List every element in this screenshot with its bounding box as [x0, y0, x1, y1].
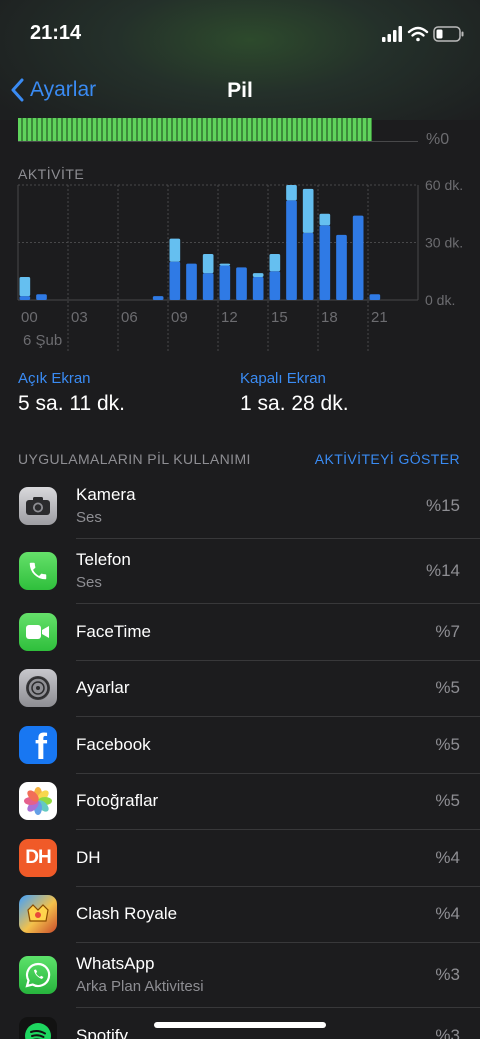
x-tick-label: 21	[371, 309, 388, 326]
app-name: Telefon	[76, 550, 131, 569]
app-row[interactable]: WhatsApp Arka Plan Aktivitesi %3	[19, 943, 480, 1008]
app-row[interactable]: DH DH %4	[19, 830, 480, 887]
bar-screen-on	[36, 294, 47, 300]
app-list: Kamera Ses %15 Telefon Ses %14 FaceTime %7 Ayarl…	[0, 474, 480, 1039]
app-percentage: %15	[425, 496, 460, 515]
settings-icon	[19, 669, 57, 708]
bar-screen-on	[369, 294, 381, 300]
app-name: Clash Royale	[76, 904, 178, 924]
app-row[interactable]: Kamera Ses %15	[19, 474, 480, 539]
bar-screen-on	[252, 277, 264, 300]
bar-screen-on	[152, 296, 164, 300]
x-tick-label: 03	[71, 309, 88, 326]
bar-screen-on	[319, 225, 331, 300]
bar-screen-off	[202, 254, 214, 274]
home-indicator[interactable]	[154, 1022, 326, 1028]
y-tick-label: 60 dk.	[425, 177, 463, 193]
bar-screen-on	[202, 273, 214, 300]
app-name: Fotoğraflar	[76, 791, 159, 811]
app-name: Spotify	[76, 1025, 128, 1039]
app-subtitle: Arka Plan Aktivitesi	[76, 978, 204, 995]
bar-screen-off	[269, 254, 281, 272]
app-name: Ayarlar	[76, 678, 130, 698]
app-name: DH	[76, 847, 101, 867]
bar-screen-on	[302, 232, 314, 300]
bar-screen-off	[169, 238, 181, 262]
page-title: Pil	[227, 79, 253, 102]
x-tick-label: 06	[121, 309, 138, 326]
app-row[interactable]: Clash Royale %4	[19, 887, 480, 943]
bar-screen-off	[252, 273, 264, 277]
app-row[interactable]: Ayarlar %5	[19, 661, 480, 717]
signal-icon	[382, 26, 402, 42]
app-percentage: %3	[435, 1025, 460, 1039]
spotify-icon	[19, 1016, 57, 1039]
dh-icon: DH	[19, 838, 57, 877]
x-tick-label: 00	[21, 309, 38, 326]
app-subtitle: Ses	[76, 509, 102, 526]
app-name: Facebook	[76, 734, 151, 754]
x-tick-label: 09	[171, 309, 188, 326]
bar-screen-off	[286, 185, 297, 201]
bar-screen-on	[336, 234, 347, 300]
phone-icon	[19, 552, 57, 590]
bar-screen-on	[269, 271, 281, 300]
screen-on-value: 5 sa. 11 dk.	[18, 392, 126, 415]
header: 21:14 Ayarlar Pil	[0, 0, 480, 120]
app-row[interactable]: f Facebook %5	[19, 717, 480, 774]
screen-on-label: Açık Ekran	[18, 370, 91, 387]
app-subtitle: Ses	[76, 574, 102, 591]
usage-section-title: UYGULAMALARIN PİL KULLANIMI	[18, 451, 251, 467]
bar-screen-on	[19, 296, 31, 300]
screen-off-label: Kapalı Ekran	[240, 370, 326, 387]
app-row[interactable]: FaceTime %7	[19, 604, 480, 661]
app-row[interactable]: Fotoğraflar %5	[19, 774, 480, 830]
date-label: 6 Şub	[23, 332, 62, 349]
x-tick-label: 18	[321, 309, 338, 326]
bar-screen-on	[186, 263, 197, 300]
bar-screen-off	[19, 277, 31, 297]
app-name: FaceTime	[76, 621, 151, 641]
battery-level-axis	[18, 141, 418, 142]
x-tick-label: 15	[271, 309, 288, 326]
battery-level-axis-label: %0	[426, 131, 450, 148]
app-percentage: %3	[435, 965, 460, 984]
bar-screen-on	[236, 267, 247, 300]
app-percentage: %5	[435, 678, 460, 698]
screen-off-value: 1 sa. 28 dk.	[240, 392, 349, 415]
show-activity-button[interactable]: AKTİVİTEYİ GÖSTER	[315, 451, 460, 467]
status-time: 21:14	[30, 22, 82, 44]
x-tick-label: 12	[221, 309, 238, 326]
app-percentage: %5	[435, 791, 460, 811]
app-percentage: %5	[435, 734, 460, 754]
app-percentage: %7	[435, 621, 460, 641]
whatsapp-icon	[19, 956, 57, 994]
activity-chart-svg: 60 dk. 30 dk. 0 dk. 00 03 06 09 12 15 18 21 6 Şub	[17, 177, 463, 351]
bar-screen-on	[219, 265, 231, 300]
bar-screen-on	[169, 261, 181, 300]
camera-icon	[19, 487, 57, 525]
bar-screen-on	[352, 215, 364, 300]
status-icons	[382, 26, 464, 42]
app-percentage: %14	[425, 561, 460, 580]
y-tick-label: 30 dk.	[425, 235, 463, 251]
activity-chart: 60 dk. 30 dk. 0 dk. 00 03 06 09 12 15 18 21 6 Şub	[0, 175, 480, 355]
bar-screen-off	[319, 213, 331, 226]
bar-screen-off	[219, 263, 231, 266]
app-percentage: %4	[435, 847, 460, 867]
y-tick-label: 0 dk.	[425, 292, 455, 308]
wifi-icon	[407, 26, 429, 42]
app-row[interactable]: Telefon Ses %14	[19, 539, 480, 604]
facetime-icon	[19, 612, 57, 651]
photos-icon	[19, 782, 57, 821]
battery-icon	[433, 26, 464, 42]
facebook-icon: f	[19, 725, 57, 764]
bar-screen-on	[286, 200, 297, 300]
app-percentage: %4	[435, 904, 460, 924]
app-name: Kamera	[76, 485, 136, 504]
bar-screen-off	[302, 188, 314, 233]
clash-royale-icon	[19, 895, 57, 934]
app-name: WhatsApp	[76, 954, 155, 973]
battery-level-bars	[18, 118, 372, 142]
